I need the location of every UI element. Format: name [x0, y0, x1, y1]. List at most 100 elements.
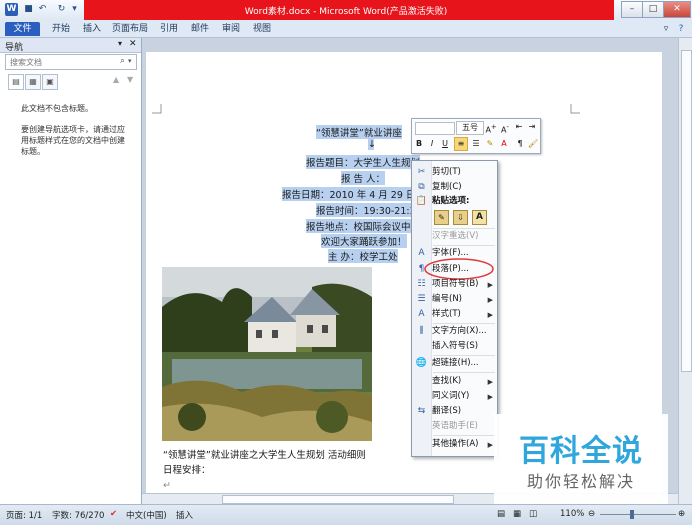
zoom-slider-thumb[interactable] — [630, 510, 634, 519]
menu-reconvert: 汉字重选(V) — [432, 231, 479, 241]
tab-file[interactable]: 文件 — [5, 22, 40, 36]
doc-time-line: 报告时间：19:30-21:3 — [316, 203, 416, 217]
justify-icon[interactable]: ☰ — [470, 138, 482, 150]
menu-synonyms[interactable]: 同义词(Y) — [432, 390, 469, 403]
search-icon[interactable]: ⌕ — [120, 56, 125, 66]
nav-view-tabs: ▤ ▦ ▣ ▲ ▼ — [5, 74, 135, 90]
help-icon[interactable]: ? — [675, 22, 687, 36]
copy-icon: ⧉ — [418, 182, 425, 192]
menu-separator — [433, 228, 495, 229]
ribbon-collapse-icon[interactable]: ▿ — [660, 22, 672, 36]
font-color-icon[interactable]: A — [498, 138, 510, 150]
doc-speaker-line: 报 告 人： — [341, 171, 386, 185]
full-screen-view-icon[interactable]: ▦ — [513, 509, 521, 519]
status-page[interactable]: 页面: 1/1 — [6, 509, 42, 521]
nav-hint-line-3: 标题。 — [21, 147, 45, 156]
submenu-arrow-icon: ▶ — [487, 378, 493, 386]
status-insert-mode[interactable]: 插入 — [176, 509, 193, 521]
paste-merge-format-icon[interactable]: ⇩ — [453, 210, 468, 225]
proofing-icon[interactable]: ✔ — [110, 509, 117, 519]
context-menu: ✂ 剪切(T) ⧉ 复制(C) 📋 粘贴选项: ✎ ⇩ A 汉字重选(V) A … — [411, 160, 498, 457]
paste-icon: 📋 — [415, 196, 428, 206]
watermark-subtitle: 助你轻松解决 — [526, 472, 635, 491]
menu-separator — [433, 435, 495, 436]
vertical-scrollbar[interactable] — [678, 38, 692, 504]
tab-view[interactable]: 视图 — [250, 22, 274, 36]
nav-pane-options-icon[interactable]: ▾ — [118, 39, 122, 48]
paste-text-only-icon[interactable]: A — [472, 210, 487, 225]
minimize-button[interactable]: – — [621, 1, 643, 18]
underline-button[interactable]: U — [440, 138, 450, 150]
italic-button[interactable]: I — [427, 138, 437, 150]
doc-organizer-line: 主 办：校学工处 — [328, 249, 398, 263]
menu-more-actions[interactable]: 其他操作(A) — [432, 438, 478, 451]
crop-mark-left — [152, 104, 162, 114]
nav-down-icon[interactable]: ▼ — [127, 75, 133, 84]
menu-copy[interactable]: 复制(C) — [432, 181, 462, 194]
translate-icon: ⇆ — [417, 406, 426, 416]
numbering-icon: ☰ — [417, 294, 426, 304]
status-language[interactable]: 中文(中国) — [126, 509, 167, 521]
menu-lookup[interactable]: 查找(K) — [432, 375, 461, 388]
menu-translate[interactable]: 翻译(S) — [432, 405, 461, 418]
search-dropdown-icon[interactable]: ▾ — [128, 57, 132, 65]
title-bar: W ■ ↶ ↻ ▾ Word素材.docx - Microsoft Word(产… — [0, 0, 692, 21]
paste-keep-format-icon[interactable]: ✎ — [434, 210, 449, 225]
close-button[interactable]: ✕ — [663, 1, 691, 18]
tab-insert[interactable]: 插入 — [80, 22, 104, 36]
increase-indent-icon[interactable]: ⇥ — [526, 121, 538, 133]
font-size-box[interactable]: 五号 — [456, 121, 484, 135]
hyperlink-icon: 🌐 — [415, 358, 428, 368]
tab-references[interactable]: 引用 — [157, 22, 181, 36]
zoom-in-icon[interactable]: ⊕ — [678, 509, 685, 519]
font-name-box[interactable] — [415, 122, 455, 135]
menu-cut[interactable]: 剪切(T) — [432, 166, 461, 179]
menu-text-direction[interactable]: 文字方向(X)... — [432, 325, 487, 338]
tab-review[interactable]: 审阅 — [219, 22, 243, 36]
nav-pane-close-icon[interactable]: ✕ — [129, 39, 137, 49]
nav-up-icon[interactable]: ▲ — [113, 75, 119, 84]
styles-icon: A — [418, 309, 425, 319]
decrease-indent-icon[interactable]: ⇤ — [513, 121, 525, 133]
vertical-scroll-thumb[interactable] — [681, 50, 692, 372]
menu-bullets[interactable]: 项目符号(B) — [432, 278, 478, 291]
format-painter-icon[interactable]: 🖌 — [528, 138, 538, 150]
scissors-icon: ✂ — [417, 167, 426, 177]
doc-title-line: “领慧讲堂”就业讲座 — [316, 125, 402, 139]
menu-insert-symbol[interactable]: 插入符号(S) — [432, 340, 478, 353]
nav-search-input[interactable]: 搜索文档 ⌕ ▾ — [5, 54, 137, 70]
print-layout-view-icon[interactable]: ▤ — [497, 509, 505, 519]
highlight-color-icon[interactable]: ✎ — [484, 138, 496, 150]
grow-font-icon[interactable]: A+ — [485, 121, 497, 135]
status-bar: 页面: 1/1 字数: 76/270 ✔ 中文(中国) 插入 ▤ ▦ ◫ 110… — [0, 504, 692, 525]
horizontal-scroll-thumb[interactable] — [222, 495, 454, 504]
web-layout-view-icon[interactable]: ◫ — [529, 509, 537, 519]
doc-date-line: 报告日期：2010 年 4 月 29 日 — [282, 187, 416, 201]
menu-separator — [433, 372, 495, 373]
zoom-out-icon[interactable]: ⊖ — [588, 509, 595, 519]
nav-pane-title: 导航 — [5, 43, 24, 53]
tab-mailings[interactable]: 邮件 — [188, 22, 212, 36]
status-word-count[interactable]: 字数: 76/270 — [52, 509, 104, 521]
center-align-icon[interactable]: ≡ — [454, 137, 468, 151]
shrink-font-icon[interactable]: A- — [499, 121, 511, 135]
tab-home[interactable]: 开始 — [48, 22, 74, 36]
browse-results-icon[interactable]: ▣ — [42, 74, 58, 90]
browse-pages-icon[interactable]: ▦ — [25, 74, 41, 90]
zoom-slider[interactable] — [600, 514, 676, 515]
maximize-button[interactable]: □ — [642, 1, 664, 18]
bold-button[interactable]: B — [414, 138, 424, 150]
menu-numbering[interactable]: 编号(N) — [432, 293, 462, 306]
window-title: Word素材.docx - Microsoft Word(产品激活失败) — [244, 7, 448, 17]
tab-page-layout[interactable]: 页面布局 — [110, 22, 150, 36]
house-lake-picture[interactable] — [162, 267, 372, 441]
submenu-arrow-icon: ▶ — [487, 281, 493, 289]
status-zoom[interactable]: 110% — [560, 509, 584, 519]
style-icon[interactable]: ¶ — [514, 138, 526, 150]
menu-english-assistant: 英语助手(E) — [432, 421, 479, 431]
browse-headings-icon[interactable]: ▤ — [8, 74, 24, 90]
menu-styles[interactable]: 样式(T) — [432, 308, 461, 321]
submenu-arrow-icon: ▶ — [487, 311, 493, 319]
mini-toolbar: 五号 A+ A- ⇤ ⇥ B I U ≡ ☰ ✎ A ¶ 🖌 — [411, 118, 541, 154]
menu-hyperlink[interactable]: 超链接(H)... — [432, 357, 479, 370]
